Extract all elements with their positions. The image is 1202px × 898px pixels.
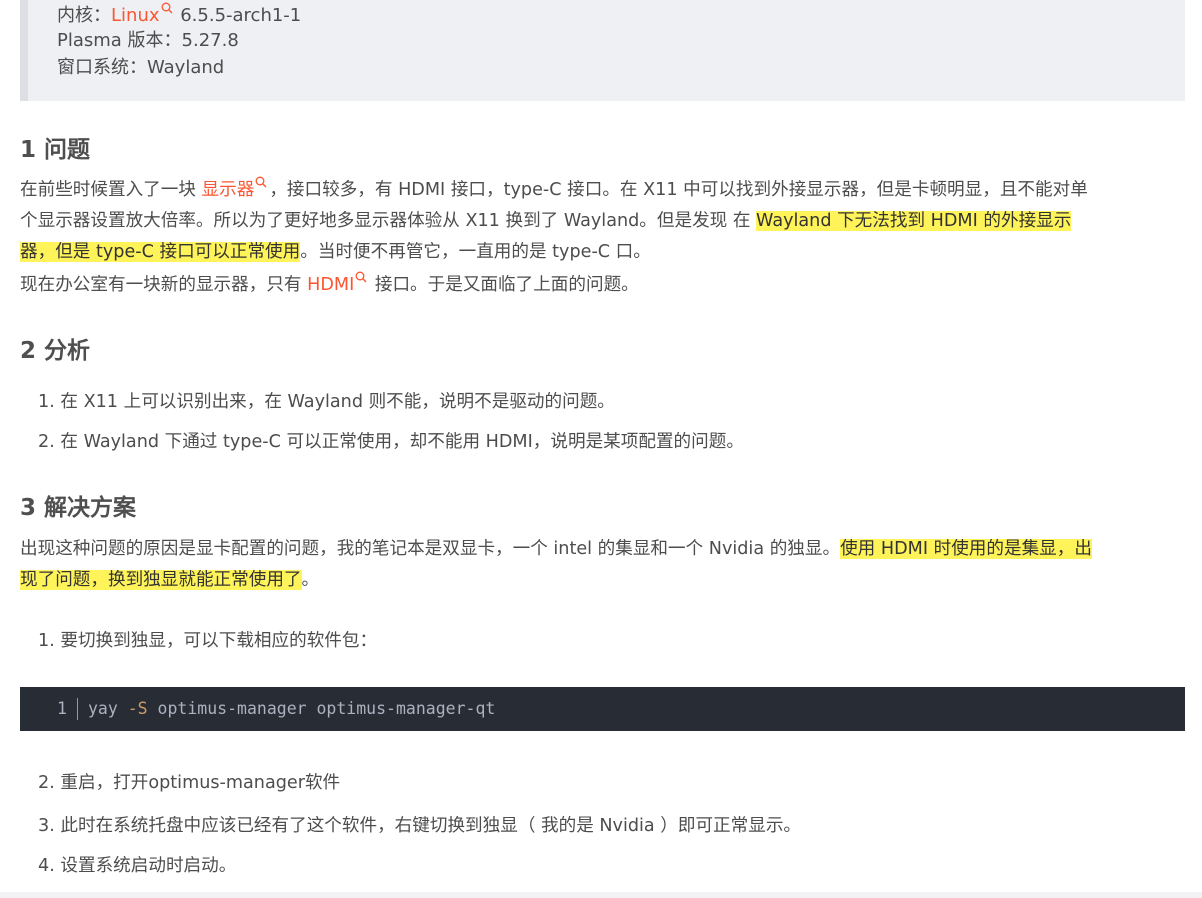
problem-text: 。当时便不再管它，一直用的是 type-C 口。 — [300, 242, 651, 262]
code-args: optimus-manager optimus-manager-qt — [147, 699, 496, 718]
kernel-label: 内核： — [57, 5, 111, 26]
problem-text: 接口。于是又面临了上面的问题。 — [369, 275, 639, 295]
search-icon[interactable] — [255, 176, 267, 188]
heading-analysis: 2 分析 — [20, 338, 91, 364]
list-item: 4. 设置系统启动时启动。 — [38, 856, 237, 876]
problem-text: 在前些时候置入了一块 — [20, 180, 202, 200]
keyword-link-linux[interactable]: Linux — [111, 5, 160, 26]
problem-text: 个显示器设置放大倍率。所以为了更好地多显示器体验从 X11 换到了 Waylan… — [20, 211, 757, 231]
problem-text: ，接口较多，有 HDMI 接口，type-C 接口。在 X11 中可以找到外接显… — [269, 180, 1088, 200]
list-item: 2. 在 Wayland 下通过 type-C 可以正常使用，却不能用 HDMI… — [38, 432, 744, 452]
kernel-version: 6.5.5-arch1-1 — [174, 5, 302, 26]
problem-paragraph-2: 现在办公室有一块新的显示器，只有 HDMI 接口。于是又面临了上面的问题。 — [20, 270, 1185, 301]
highlighted-text: Wayland 下无法找到 HDMI 的外接显示 — [756, 211, 1072, 231]
code-line[interactable]: yay -S optimus-manager optimus-manager-q… — [88, 687, 495, 731]
solution-paragraph: 出现这种问题的原因是显卡配置的问题，我的笔记本是双显卡，一个 intel 的集显… — [20, 534, 1185, 596]
list-item: 3. 此时在系统托盘中应该已经有了这个软件，右键切换到独显（ 我的是 Nvidi… — [38, 816, 802, 836]
search-icon[interactable] — [355, 271, 367, 283]
code-command: yay — [88, 699, 128, 718]
solution-text: 出现这种问题的原因是显卡配置的问题，我的笔记本是双显卡，一个 intel 的集显… — [20, 539, 841, 559]
kernel-line: 内核：Linux 6.5.5-arch1-1 — [57, 2, 301, 28]
problem-paragraph-1: 在前些时候置入了一块 显示器 ，接口较多，有 HDMI 接口，type-C 接口。… — [20, 175, 1185, 268]
window-system-line: 窗口系统：Wayland — [57, 57, 225, 78]
highlighted-text: 器，但是 type-C 接口可以正常使用 — [20, 242, 301, 262]
highlighted-text: 使用 HDMI 时使用的是集显，出 — [840, 539, 1092, 559]
code-line-number: 1 — [57, 699, 67, 718]
list-item: 1. 在 X11 上可以识别出来，在 Wayland 则不能，说明不是驱动的问题… — [38, 392, 615, 412]
keyword-link-monitor[interactable]: 显示器 — [202, 180, 255, 200]
heading-problem: 1 问题 — [20, 137, 91, 163]
system-info-blockquote: 内核：Linux 6.5.5-arch1-1 Plasma 版本：5.27.8 … — [20, 0, 1185, 101]
heading-solution: 3 解决方案 — [20, 495, 137, 521]
solution-text: 。 — [301, 570, 320, 590]
search-icon[interactable] — [161, 2, 173, 14]
code-block[interactable]: 1 yay -S optimus-manager optimus-manager… — [20, 687, 1185, 731]
list-item: 1. 要切换到独显，可以下载相应的软件包： — [38, 631, 378, 651]
plasma-version-line: Plasma 版本：5.27.8 — [57, 30, 239, 51]
highlighted-text: 现了问题，换到独显就能正常使用了 — [20, 570, 302, 590]
code-flag: -S — [127, 699, 148, 718]
keyword-link-hdmi[interactable]: HDMI — [307, 275, 354, 295]
line-number-divider — [77, 698, 78, 720]
problem-text: 现在办公室有一块新的显示器，只有 — [20, 275, 308, 295]
list-item: 2. 重启，打开optimus-manager软件 — [38, 773, 341, 793]
page-bottom-divider — [0, 892, 1202, 898]
